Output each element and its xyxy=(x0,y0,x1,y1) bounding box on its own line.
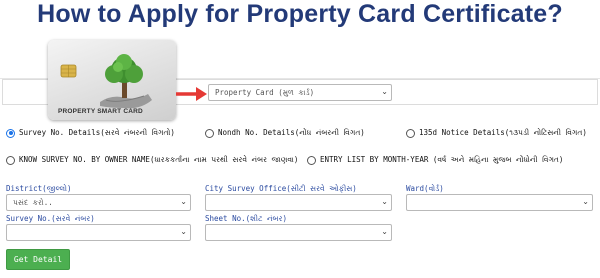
district-select[interactable]: પસંદ કરો.. ⌄ xyxy=(6,194,191,211)
radio-label: ENTRY LIST BY MONTH-YEAR (વર્ષ અને મહિના… xyxy=(320,155,564,164)
district-value: પસંદ કરો.. xyxy=(13,198,53,207)
radio-label: Survey No. Details(સરવે નંબરની વિગતો) xyxy=(19,128,175,137)
city-survey-office-label: City Survey Office(સીટી સરવે ઓફીસ) xyxy=(205,184,357,193)
sheet-no-select[interactable]: ⌄ xyxy=(205,224,392,241)
sheet-no-label: Sheet No.(શીટ નંબર) xyxy=(205,214,287,223)
chevron-down-icon: ⌄ xyxy=(582,197,589,206)
radio-label: Nondh No. Details(નોંધ નંબરની વિગત) xyxy=(218,128,365,137)
survey-no-label: Survey No.(સરવે નંબર) xyxy=(6,214,95,223)
radio-nondh-no-details[interactable]: Nondh No. Details(નોંધ નંબરની વિગત) xyxy=(205,128,365,138)
property-smart-card-image: PROPERTY SMART CARD xyxy=(48,40,176,120)
chevron-down-icon: ⌄ xyxy=(381,87,388,96)
ward-select[interactable]: ⌄ xyxy=(406,194,593,211)
chevron-down-icon: ⌄ xyxy=(381,197,388,206)
arrow-icon xyxy=(176,87,207,101)
radio-entry-list-month-year[interactable]: ENTRY LIST BY MONTH-YEAR (વર્ષ અને મહિના… xyxy=(307,155,563,165)
card-label: PROPERTY SMART CARD xyxy=(58,108,143,115)
radio-135d-notice-details[interactable]: 135d Notice Details(૧૩૫ડી નોટિસની વિગત) xyxy=(406,128,587,138)
city-survey-office-select[interactable]: ⌄ xyxy=(205,194,392,211)
radio-button-icon xyxy=(406,128,415,138)
radio-button-icon xyxy=(6,155,15,165)
service-type-value: Property Card (મુળ કાર્ડ) xyxy=(215,88,315,97)
radio-button-icon xyxy=(6,128,15,138)
service-type-select[interactable]: Property Card (મુળ કાર્ડ) ⌄ xyxy=(208,84,392,101)
page-title: How to Apply for Property Card Certifica… xyxy=(37,0,563,28)
chevron-down-icon: ⌄ xyxy=(180,227,187,236)
get-detail-button[interactable]: Get Detail xyxy=(6,249,70,270)
radio-button-icon xyxy=(205,128,214,138)
ward-label: Ward(વોર્ડ) xyxy=(406,184,444,193)
chevron-down-icon: ⌄ xyxy=(381,227,388,236)
radio-label: KNOW SURVEY NO. BY OWNER NAME(ધારકકર્તાન… xyxy=(19,155,299,164)
radio-survey-by-owner-name[interactable]: KNOW SURVEY NO. BY OWNER NAME(ધારકકર્તાન… xyxy=(6,155,298,165)
survey-no-select[interactable]: ⌄ xyxy=(6,224,191,241)
radio-survey-no-details[interactable]: Survey No. Details(સરવે નંબરની વિગતો) xyxy=(6,128,175,138)
chevron-down-icon: ⌄ xyxy=(180,197,187,206)
district-label: District(જીલ્લો) xyxy=(6,184,72,193)
radio-button-icon xyxy=(307,155,316,165)
radio-label: 135d Notice Details(૧૩૫ડી નોટિસની વિગત) xyxy=(419,128,587,137)
